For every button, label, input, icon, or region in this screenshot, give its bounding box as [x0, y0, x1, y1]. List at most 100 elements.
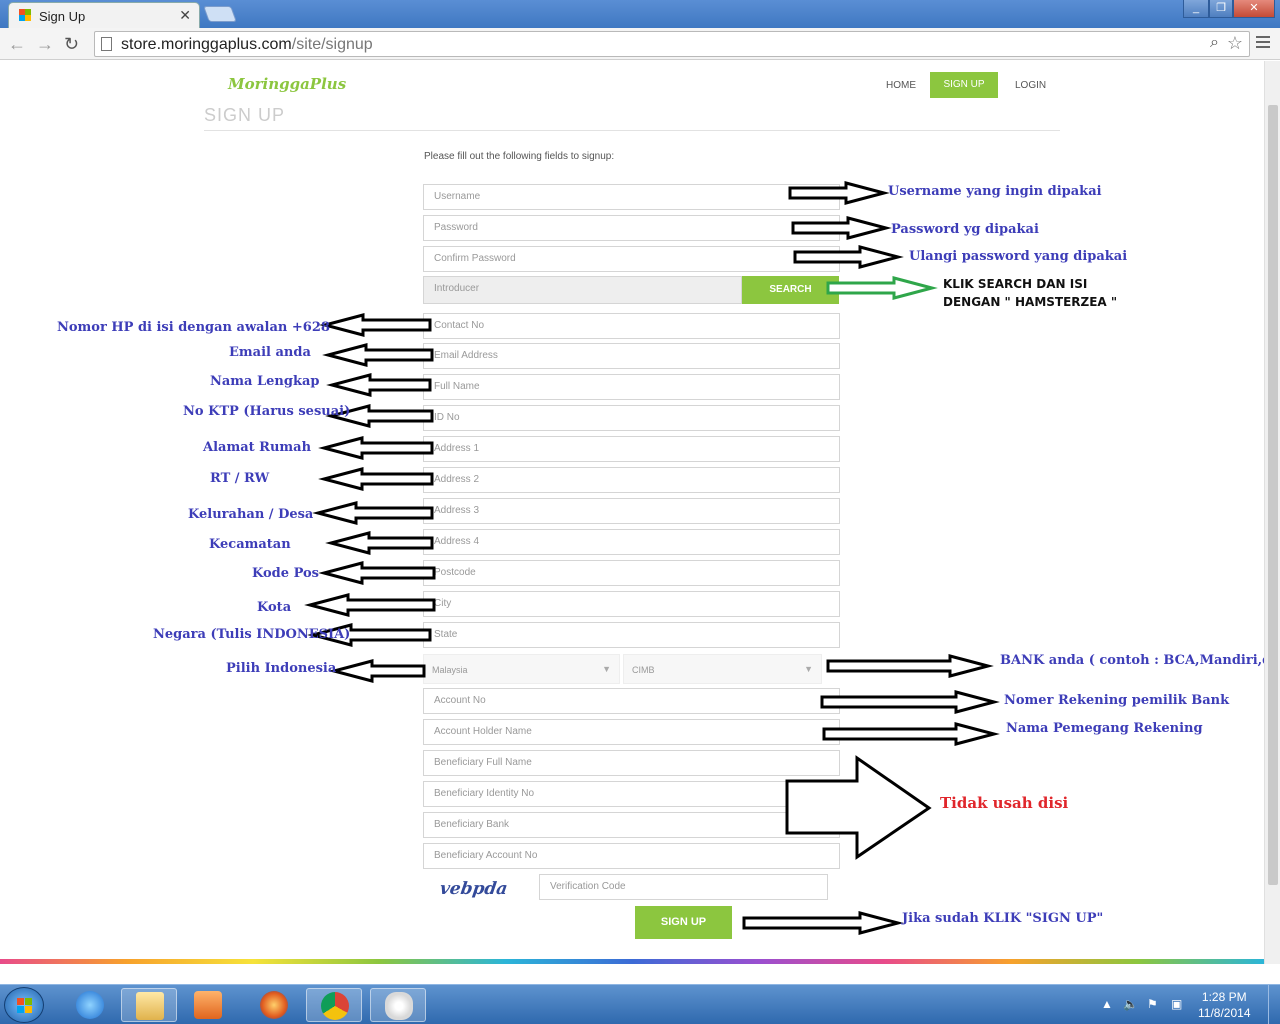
bookmark-star-icon[interactable]: ☆: [1227, 33, 1243, 54]
account-holder-name-input[interactable]: Account Holder Name: [423, 719, 840, 745]
firefox-icon[interactable]: [246, 988, 302, 1022]
arrow-bank: [826, 654, 994, 678]
state-input[interactable]: State: [423, 622, 840, 648]
url-text: store.moringgaplus.com/site/signup: [121, 36, 373, 53]
captcha-image: vebpda: [438, 879, 509, 899]
nav-login[interactable]: LOGIN: [1015, 80, 1046, 91]
start-button[interactable]: [4, 987, 44, 1023]
introducer-input[interactable]: Introducer: [423, 276, 742, 304]
browser-titlebar: Sign Up ✕ _ ❐ ✕: [0, 0, 1280, 28]
scrollbar-thumb[interactable]: [1268, 105, 1278, 885]
note-idno: No KTP (Harus sesuai): [183, 404, 351, 419]
arrow-address3: [312, 501, 434, 525]
verification-code-input[interactable]: Verification Code: [539, 874, 828, 900]
beneficiary-bank-input[interactable]: Beneficiary Bank: [423, 812, 840, 838]
note-postcode: Kode Pos: [252, 566, 319, 581]
form-intro: Please fill out the following fields to …: [424, 151, 615, 162]
paint-icon[interactable]: [370, 988, 426, 1022]
reload-icon[interactable]: ↻: [64, 34, 79, 55]
windows-favicon-icon: [19, 9, 31, 21]
nav-signup[interactable]: SIGN UP: [930, 72, 998, 98]
postcode-input[interactable]: Postcode: [423, 560, 840, 586]
note-account-holder: Nama Pemegang Rekening: [1006, 721, 1203, 736]
tab-close-icon[interactable]: ✕: [179, 7, 191, 24]
country-select[interactable]: Malaysia ▼: [423, 654, 620, 684]
note-state: Negara (Tulis INDONESIA): [153, 627, 351, 642]
address-4-input[interactable]: Address 4: [423, 529, 840, 555]
chrome-icon[interactable]: [306, 988, 362, 1022]
id-no-input[interactable]: ID No: [423, 405, 840, 431]
beneficiary-account-no-input[interactable]: Beneficiary Account No: [423, 843, 840, 869]
window-close-icon[interactable]: ✕: [1233, 0, 1275, 18]
address-3-input[interactable]: Address 3: [423, 498, 840, 524]
system-clock[interactable]: 1:28 PM 11/8/2014: [1198, 989, 1251, 1021]
address-2-input[interactable]: Address 2: [423, 467, 840, 493]
show-desktop-button[interactable]: [1268, 985, 1280, 1024]
note-contact: Nomor HP di isi dengan awalan +628: [57, 320, 330, 335]
note-country: Pilih Indonesia: [226, 661, 337, 676]
search-button[interactable]: SEARCH: [742, 276, 839, 304]
beneficiary-identity-no-input[interactable]: Beneficiary Identity No: [423, 781, 840, 807]
note-submit: Jika sudah KLIK "SIGN UP": [902, 911, 1104, 926]
arrow-city: [304, 593, 436, 617]
city-input[interactable]: City: [423, 591, 840, 617]
windows-taskbar: ▲ 🔈 ⚑ ▣ 1:28 PM 11/8/2014: [0, 984, 1280, 1024]
footer-color-bar: [0, 959, 1264, 964]
internet-explorer-icon[interactable]: [62, 988, 118, 1022]
note-address1: Alamat Rumah: [203, 440, 312, 455]
page-heading: SIGN UP: [204, 105, 286, 125]
signup-submit-button[interactable]: SIGN UP: [635, 906, 732, 939]
maximize-icon[interactable]: ❐: [1209, 0, 1233, 18]
tab-title: Sign Up: [39, 9, 86, 24]
arrow-contact: [319, 313, 432, 337]
action-center-flag-icon[interactable]: ⚑: [1147, 997, 1158, 1011]
arrow-account-holder: [822, 722, 1000, 746]
nav-home[interactable]: HOME: [886, 80, 916, 91]
arrow-email: [322, 343, 434, 367]
forward-arrow-icon[interactable]: →: [36, 34, 54, 55]
clock-date: 11/8/2014: [1198, 1006, 1251, 1020]
file-explorer-icon[interactable]: [121, 988, 177, 1022]
chrome-menu-icon[interactable]: [1256, 36, 1270, 51]
windows-logo-icon: [17, 998, 33, 1014]
note-account-no: Nomer Rekening pemilik Bank: [1004, 693, 1230, 708]
username-input[interactable]: Username: [423, 184, 840, 210]
arrow-country: [328, 659, 426, 683]
contact-no-input[interactable]: Contact No: [423, 313, 840, 339]
arrow-address1: [318, 436, 434, 460]
page-scrollbar[interactable]: [1264, 61, 1280, 964]
arrow-account-no: [820, 690, 1000, 714]
network-icon[interactable]: ▣: [1171, 997, 1182, 1011]
account-no-input[interactable]: Account No: [423, 688, 840, 714]
note-address3: Kelurahan / Desa: [188, 507, 314, 522]
tray-expand-icon[interactable]: ▲: [1101, 997, 1113, 1011]
arrow-search: [826, 276, 938, 300]
note-password: Password yg dipakai: [891, 222, 1039, 237]
page-icon: [101, 37, 112, 51]
password-input[interactable]: Password: [423, 215, 840, 241]
back-arrow-icon[interactable]: ←: [8, 34, 26, 55]
note-confirm: Ulangi password yang dipakai: [909, 249, 1128, 264]
address-1-input[interactable]: Address 1: [423, 436, 840, 462]
email-address-input[interactable]: Email Address: [423, 343, 840, 369]
browser-tab[interactable]: Sign Up ✕: [8, 2, 200, 28]
address-bar[interactable]: store.moringgaplus.com/site/signup ⌕ ☆: [94, 31, 1250, 57]
full-name-input[interactable]: Full Name: [423, 374, 840, 400]
beneficiary-full-name-input[interactable]: Beneficiary Full Name: [423, 750, 840, 776]
arrow-submit: [742, 911, 904, 935]
note-address4: Kecamatan: [209, 537, 291, 552]
minimize-icon[interactable]: _: [1183, 0, 1209, 18]
chevron-down-icon: ▼: [804, 664, 813, 674]
confirm-password-input[interactable]: Confirm Password: [423, 246, 840, 272]
note-address2: RT / RW: [210, 471, 270, 486]
volume-icon[interactable]: 🔈: [1123, 997, 1138, 1011]
bank-select[interactable]: CIMB ▼: [623, 654, 822, 684]
note-beneficiary: Tidak usah disi: [940, 794, 1069, 812]
site-logo[interactable]: MoringgaPlus: [228, 75, 346, 93]
note-search-2: DENGAN " HAMSTERZEA ": [943, 295, 1118, 309]
zoom-icon[interactable]: ⌕: [1210, 34, 1219, 52]
browser-toolbar: ← → ↻ store.moringgaplus.com/site/signup…: [0, 28, 1280, 60]
media-player-icon[interactable]: [180, 988, 236, 1022]
heading-divider: [204, 130, 1060, 131]
new-tab-button[interactable]: [203, 6, 237, 22]
